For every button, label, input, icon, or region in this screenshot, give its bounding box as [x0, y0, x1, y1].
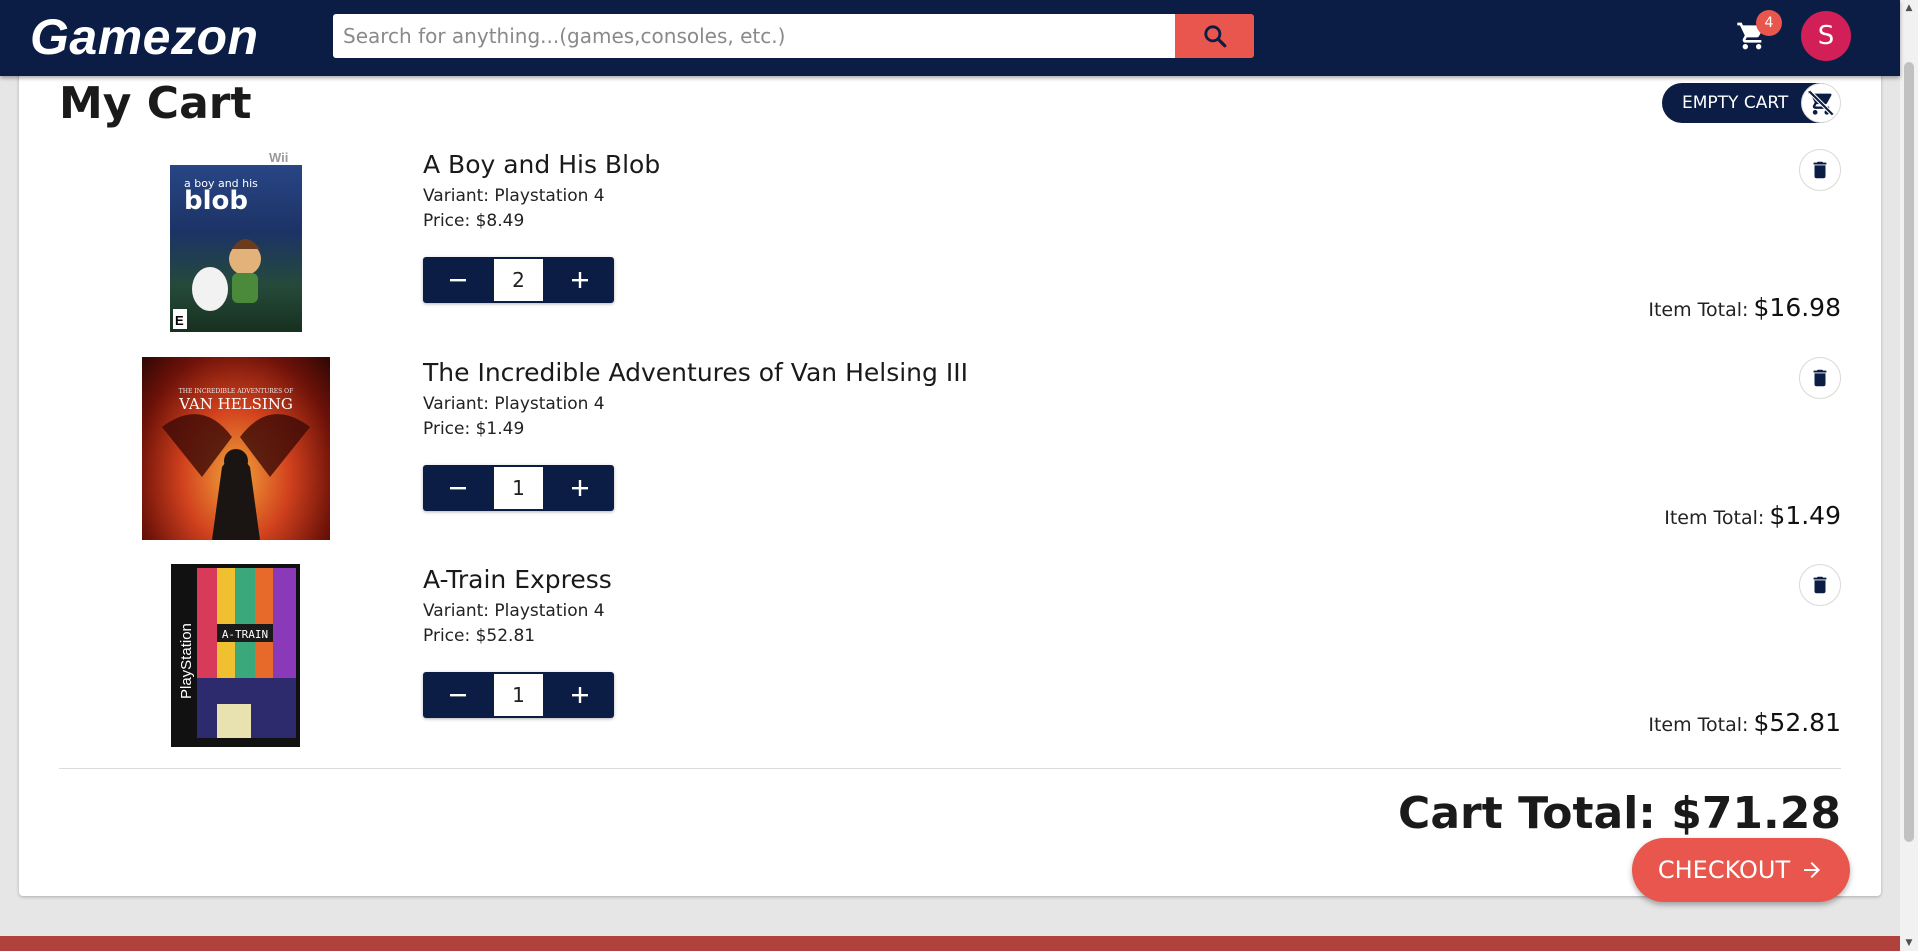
search-input[interactable] — [333, 14, 1176, 58]
delete-item-button[interactable] — [1799, 149, 1841, 191]
item-price: Price: $8.49 — [423, 211, 525, 231]
item-total: Item Total: $16.98 — [1648, 293, 1841, 322]
increase-quantity-button[interactable] — [545, 257, 614, 303]
footer — [0, 936, 1900, 951]
search-icon — [1203, 25, 1226, 48]
cart-total: Cart Total: $71.28 — [1398, 788, 1841, 839]
trash-icon — [1813, 576, 1827, 594]
product-image[interactable]: Wii a boy and his blob E — [170, 149, 302, 332]
checkout-button[interactable]: CHECKOUT — [1632, 838, 1850, 902]
item-variant: Variant: Playstation 4 — [423, 601, 605, 621]
cover-platform-label: PlayStation — [178, 623, 195, 699]
item-total: Item Total: $52.81 — [1648, 708, 1841, 737]
item-title[interactable]: The Incredible Adventures of Van Helsing… — [423, 357, 968, 389]
minus-icon — [449, 694, 466, 697]
item-title[interactable]: A-Train Express — [423, 564, 612, 596]
divider — [59, 768, 1841, 769]
item-total-label: Item Total: — [1648, 299, 1749, 321]
product-image[interactable]: THE INCREDIBLE ADVENTURES OF VAN HELSING — [142, 357, 330, 540]
decrease-quantity-button[interactable] — [423, 257, 492, 303]
plus-icon — [571, 272, 588, 288]
cart-item: A-TRAIN PlayStation A-Train Express Vari… — [59, 564, 1841, 764]
cover-platform-label: Wii — [269, 150, 288, 165]
item-total-value: $52.81 — [1753, 708, 1841, 737]
minus-icon — [449, 279, 466, 282]
empty-cart-icon-button[interactable] — [1801, 83, 1841, 123]
item-variant: Variant: Playstation 4 — [423, 186, 605, 206]
quantity-stepper: 2 — [423, 257, 614, 303]
cart-button[interactable]: 4 — [1732, 10, 1782, 54]
cover-title: A-TRAIN — [222, 628, 268, 641]
arrow-right-icon — [1804, 862, 1821, 878]
delete-item-button[interactable] — [1799, 564, 1841, 606]
scrollbar-thumb[interactable] — [1904, 62, 1914, 842]
increase-quantity-button[interactable] — [545, 672, 614, 718]
logo[interactable]: Gamezon — [30, 10, 259, 64]
product-image[interactable]: A-TRAIN PlayStation — [171, 564, 300, 747]
item-total: Item Total: $1.49 — [1664, 501, 1841, 530]
checkout-label: CHECKOUT — [1657, 856, 1791, 884]
app-header: Gamezon 4 S — [0, 0, 1900, 76]
item-total-value: $16.98 — [1753, 293, 1841, 322]
plus-icon — [571, 687, 588, 703]
quantity-stepper: 1 — [423, 465, 614, 511]
decrease-quantity-button[interactable] — [423, 465, 492, 511]
scroll-up-arrow-icon[interactable]: ▲ — [1904, 3, 1914, 13]
cart-item: Wii a boy and his blob E A Boy and His B… — [59, 149, 1841, 349]
cover-title-word: blob — [184, 186, 248, 216]
cover-subtitle: THE INCREDIBLE ADVENTURES OF — [179, 388, 294, 395]
remove-shopping-cart-icon — [1807, 89, 1835, 117]
item-price: Price: $52.81 — [423, 626, 536, 646]
item-price: Price: $1.49 — [423, 419, 525, 439]
cover-rating-label: E — [175, 313, 184, 328]
item-total-label: Item Total: — [1648, 714, 1749, 736]
plus-icon — [571, 480, 588, 496]
cart-count-badge: 4 — [1756, 10, 1782, 36]
trash-icon — [1813, 161, 1827, 179]
page-title: My Cart — [59, 78, 252, 129]
item-total-label: Item Total: — [1664, 507, 1765, 529]
quantity-value[interactable]: 1 — [492, 465, 545, 511]
increase-quantity-button[interactable] — [545, 465, 614, 511]
delete-item-button[interactable] — [1799, 357, 1841, 399]
search-button[interactable] — [1175, 14, 1254, 58]
trash-icon — [1813, 369, 1827, 387]
item-title[interactable]: A Boy and His Blob — [423, 149, 660, 181]
quantity-value[interactable]: 1 — [492, 672, 545, 718]
quantity-stepper: 1 — [423, 672, 614, 718]
quantity-value[interactable]: 2 — [492, 257, 545, 303]
minus-icon — [449, 487, 466, 490]
cart-item: THE INCREDIBLE ADVENTURES OF VAN HELSING… — [59, 357, 1841, 557]
decrease-quantity-button[interactable] — [423, 672, 492, 718]
scroll-down-arrow-icon[interactable]: ▼ — [1904, 938, 1914, 948]
item-total-value: $1.49 — [1769, 501, 1841, 530]
cover-title: VAN HELSING — [178, 395, 293, 413]
item-variant: Variant: Playstation 4 — [423, 394, 605, 414]
empty-cart-label: EMPTY CART — [1682, 93, 1789, 113]
user-avatar[interactable]: S — [1801, 11, 1851, 61]
